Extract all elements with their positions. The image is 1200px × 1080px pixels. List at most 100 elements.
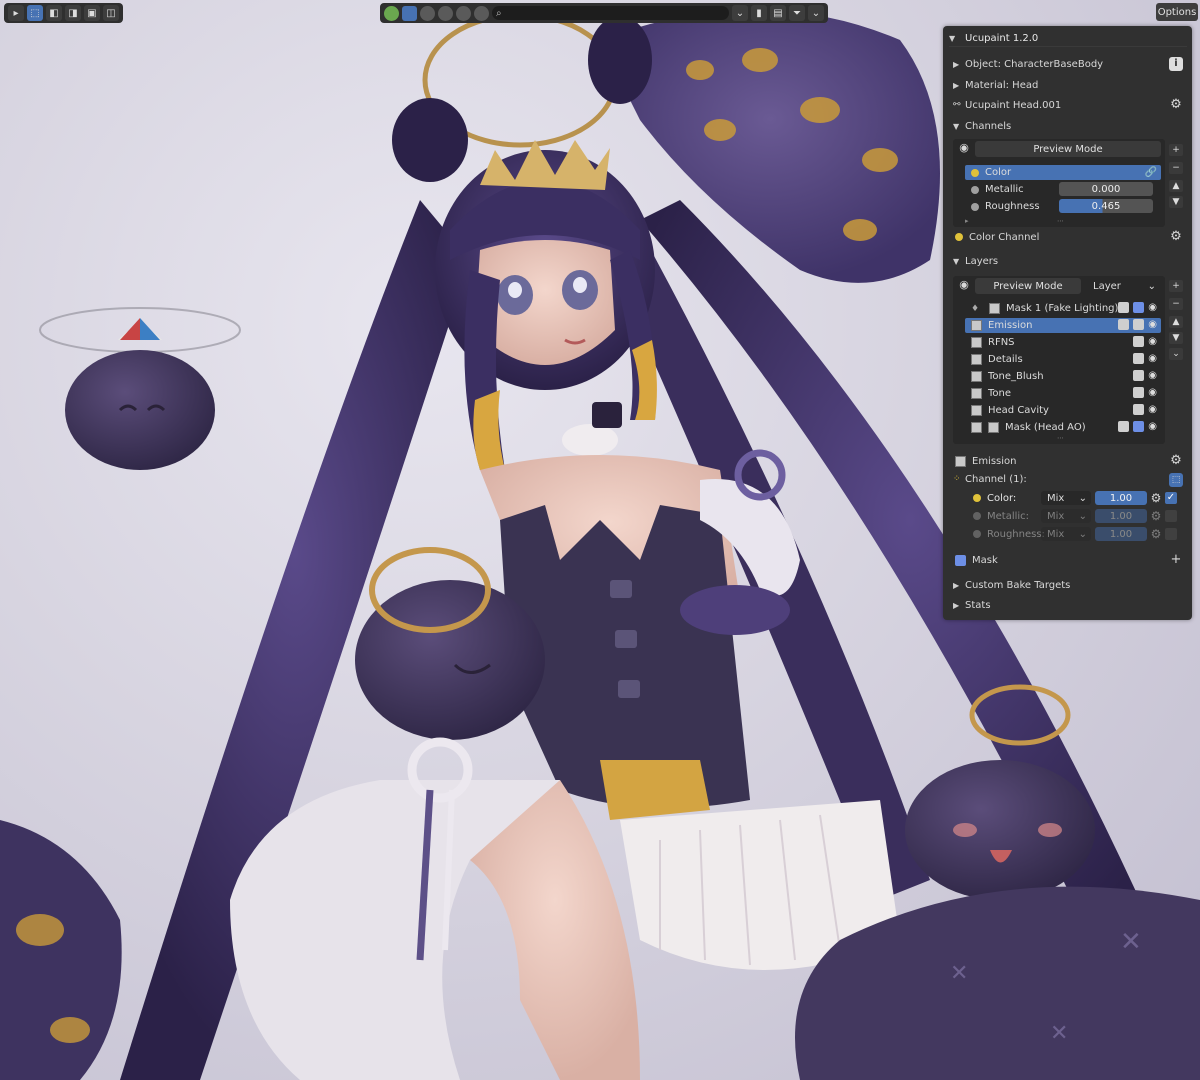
active-layer-row[interactable]: Emission	[953, 452, 1017, 470]
remove-layer-button[interactable]: −	[1169, 298, 1183, 310]
enable-checkbox[interactable]: ✓	[1165, 492, 1177, 504]
gear-icon[interactable]: ⚙	[1169, 230, 1183, 244]
eye-icon[interactable]: ◉	[957, 279, 971, 291]
remove-channel-button[interactable]: −	[1169, 162, 1183, 174]
gear-icon[interactable]: ⚙	[1149, 509, 1163, 523]
blend-mode-dropdown[interactable]: Mix ⌄	[1041, 527, 1091, 541]
layer-row[interactable]: Mask (Head AO) ◉	[965, 420, 1161, 435]
layer-source-icon[interactable]	[1133, 336, 1145, 347]
channels-section-header[interactable]: ▼ Channels	[953, 117, 1011, 135]
layer-source-icon[interactable]	[1118, 319, 1130, 330]
enable-checkbox[interactable]	[1165, 510, 1177, 522]
opacity-value-field[interactable]: 1.00	[1095, 509, 1147, 523]
resize-handle-icon[interactable]: ⋯	[1057, 434, 1064, 442]
custom-bake-targets-row[interactable]: ▶ Custom Bake Targets	[953, 576, 1070, 594]
select-extend-icon[interactable]: ◧	[46, 5, 62, 21]
layer-mode-dropdown[interactable]: Layer ⌄	[1087, 279, 1161, 293]
gizmo-icon[interactable]	[384, 5, 399, 21]
layer-row[interactable]: Tone ◉	[965, 386, 1161, 401]
color-channel-row[interactable]: Color Channel	[953, 228, 1039, 246]
eye-icon[interactable]: ◉	[1148, 353, 1157, 364]
layer-row[interactable]: Details ◉	[965, 352, 1161, 367]
bookmark-icon[interactable]: ▮	[751, 5, 767, 21]
select-cursor-icon[interactable]: ▸	[8, 5, 24, 21]
add-channel-button[interactable]: +	[1169, 144, 1183, 156]
chevron-down-icon[interactable]: ⌄	[732, 5, 748, 21]
material-row[interactable]: ▶ Material: Head	[953, 76, 1038, 94]
solid-shading-icon[interactable]	[402, 5, 417, 21]
info-icon[interactable]: i	[1169, 57, 1183, 71]
eye-icon[interactable]: ◉	[1148, 319, 1157, 330]
move-down-button[interactable]: ▼	[1169, 332, 1183, 344]
object-row[interactable]: ▶ Object: CharacterBaseBody	[953, 55, 1103, 73]
eye-icon[interactable]: ◉	[957, 142, 971, 154]
layer-row[interactable]: Emission ◉	[965, 318, 1161, 333]
gear-icon[interactable]: ⚙	[1149, 527, 1163, 541]
eye-icon[interactable]: ◉	[1148, 302, 1157, 313]
layers-preview-mode-button[interactable]: Preview Mode	[975, 278, 1081, 294]
panel-header[interactable]: ▼ Ucupaint 1.2.0	[949, 30, 1187, 47]
select-intersect-icon[interactable]: ◫	[103, 5, 119, 21]
gear-icon[interactable]: ⚙	[1169, 98, 1183, 112]
layer-source-icon[interactable]	[1118, 421, 1130, 432]
eye-icon[interactable]: ◉	[1148, 387, 1157, 398]
layer-source-icon[interactable]	[1118, 302, 1130, 313]
select-mode-toolbar: ▸ ⬚ ◧ ◨ ▣ ◫	[4, 3, 123, 23]
layer-source-icon[interactable]	[1133, 387, 1145, 398]
eye-icon[interactable]: ◉	[1148, 370, 1157, 381]
mask-row[interactable]: Mask	[953, 551, 998, 569]
stats-row[interactable]: ▶ Stats	[953, 596, 991, 614]
resize-handle-icon[interactable]: ⋯	[1057, 217, 1064, 225]
opacity-value-field[interactable]: 1.00	[1095, 527, 1147, 541]
layer-row[interactable]: Head Cavity ◉	[965, 403, 1161, 418]
metallic-value-field[interactable]: 0.000	[1059, 182, 1153, 196]
select-subtract-icon[interactable]: ◨	[65, 5, 81, 21]
move-up-button[interactable]: ▲	[1169, 316, 1183, 328]
add-layer-button[interactable]: +	[1169, 280, 1183, 292]
link-icon[interactable]: 🔗	[1145, 167, 1157, 178]
chevron-down-icon[interactable]: ⌄	[1169, 348, 1183, 360]
eye-icon[interactable]: ◉	[1148, 404, 1157, 415]
select-invert-icon[interactable]: ▣	[84, 5, 100, 21]
wireframe-shading-icon[interactable]	[420, 5, 435, 21]
channel-row-color[interactable]: Color 🔗	[965, 165, 1161, 180]
search-input[interactable]: ⌕	[492, 6, 729, 20]
image-icon[interactable]	[1133, 319, 1145, 330]
move-down-button[interactable]: ▼	[1169, 196, 1183, 208]
filter-icon[interactable]: ⏷	[789, 5, 805, 21]
search-icon: ⌕	[496, 7, 502, 19]
rendered-shading-icon[interactable]	[456, 5, 471, 21]
mask-icon[interactable]	[1133, 302, 1145, 313]
add-mask-button[interactable]: +	[1169, 553, 1183, 567]
eye-icon[interactable]: ◉	[1148, 421, 1157, 432]
chevron-down-icon[interactable]: ⌄	[808, 5, 824, 21]
mask-icon[interactable]	[1133, 421, 1145, 432]
layer-source-icon[interactable]	[1133, 404, 1145, 415]
gear-icon[interactable]: ⚙	[1149, 491, 1163, 505]
move-up-button[interactable]: ▲	[1169, 180, 1183, 192]
opacity-value-field[interactable]: 1.00	[1095, 491, 1147, 505]
blend-mode-dropdown[interactable]: Mix ⌄	[1041, 491, 1091, 505]
expand-triangle-icon[interactable]: ▸	[965, 217, 969, 225]
enable-checkbox[interactable]	[1165, 528, 1177, 540]
options-button[interactable]: Options	[1156, 3, 1198, 21]
channels-preview-mode-button[interactable]: Preview Mode	[975, 141, 1161, 157]
layer-source-icon[interactable]	[1133, 353, 1145, 364]
node-tree-row[interactable]: ⚯ Ucupaint Head.001	[953, 96, 1061, 114]
layer-channels-header[interactable]: ⁘ Channel (1):	[953, 470, 1027, 488]
layer-row[interactable]: ♦ Mask 1 (Fake Lighting) ◉	[965, 301, 1161, 316]
collapse-triangle-icon: ▶	[953, 59, 960, 69]
material-shading-icon[interactable]	[438, 5, 453, 21]
layout-icon[interactable]: ▤	[770, 5, 786, 21]
layers-section-header[interactable]: ▼ Layers	[953, 252, 998, 270]
roughness-value-field[interactable]: 0.465	[1059, 199, 1153, 213]
channel-toggle-icon[interactable]: ⬚	[1169, 473, 1183, 487]
layer-row[interactable]: RFNS ◉	[965, 335, 1161, 350]
gear-icon[interactable]: ⚙	[1169, 454, 1183, 468]
blend-mode-dropdown[interactable]: Mix ⌄	[1041, 509, 1091, 523]
overlay-icon[interactable]	[474, 5, 489, 21]
layer-row[interactable]: Tone_Blush ◉	[965, 369, 1161, 384]
select-box-icon[interactable]: ⬚	[27, 5, 43, 21]
layer-source-icon[interactable]	[1133, 370, 1145, 381]
eye-icon[interactable]: ◉	[1148, 336, 1157, 347]
